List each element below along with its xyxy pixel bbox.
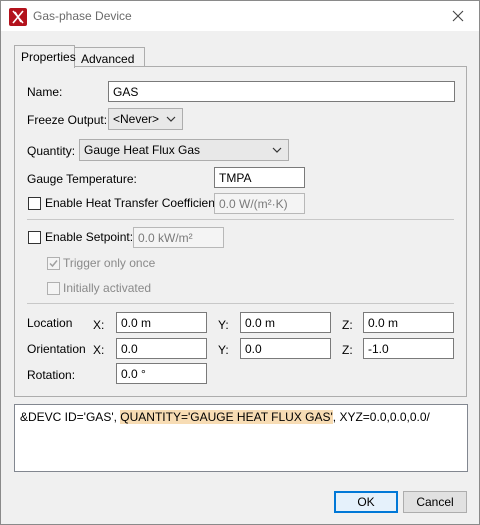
location-z-label: Z: bbox=[342, 318, 353, 332]
orientation-z-field[interactable]: -1.0 bbox=[363, 338, 454, 359]
quantity-value: Gauge Heat Flux Gas bbox=[84, 143, 201, 157]
location-y-field[interactable]: 0.0 m bbox=[240, 312, 331, 333]
gauge-temperature-label: Gauge Temperature: bbox=[27, 172, 137, 186]
quantity-label: Quantity: bbox=[27, 144, 76, 158]
location-x-label: X: bbox=[93, 318, 105, 332]
orientation-label: Orientation bbox=[27, 342, 86, 356]
gas-phase-device-dialog: Gas-phase Device Properties Advanced Nam… bbox=[0, 0, 480, 525]
fds-text-prefix: &DEVC ID='GAS', bbox=[20, 410, 121, 424]
location-x-field[interactable]: 0.0 m bbox=[116, 312, 207, 333]
freeze-output-label: Freeze Output: bbox=[27, 113, 108, 127]
checkmark-icon bbox=[49, 260, 58, 268]
orientation-x-field[interactable]: 0.0 bbox=[116, 338, 207, 359]
freeze-output-value: <Never> bbox=[113, 112, 160, 126]
properties-panel: Name: GAS Freeze Output: <Never> Quantit… bbox=[14, 66, 467, 397]
orientation-z-label: Z: bbox=[342, 343, 353, 357]
rotation-field[interactable]: 0.0 ° bbox=[116, 363, 207, 384]
freeze-output-select[interactable]: <Never> bbox=[108, 108, 183, 130]
window-title: Gas-phase Device bbox=[33, 9, 132, 23]
chevron-down-icon bbox=[272, 147, 282, 153]
rotation-label: Rotation: bbox=[27, 368, 76, 382]
title-bar: Gas-phase Device bbox=[1, 1, 479, 31]
heat-transfer-field[interactable]: 0.0 W/(m²·K) bbox=[214, 193, 305, 214]
ok-button[interactable]: OK bbox=[334, 491, 398, 513]
heat-transfer-label: Enable Heat Transfer Coefficient: bbox=[45, 196, 222, 210]
location-y-label: Y: bbox=[218, 318, 229, 332]
quantity-select[interactable]: Gauge Heat Flux Gas bbox=[79, 139, 289, 161]
setpoint-checkbox[interactable] bbox=[28, 231, 41, 244]
initially-activated-label: Initially activated bbox=[63, 281, 152, 295]
name-label: Name: bbox=[27, 85, 63, 99]
chevron-down-icon bbox=[166, 116, 176, 122]
initially-activated-checkbox[interactable] bbox=[47, 282, 60, 295]
gauge-temperature-field[interactable]: TMPA bbox=[214, 167, 305, 188]
tab-properties[interactable]: Properties bbox=[14, 45, 76, 68]
fds-record-text[interactable]: &DEVC ID='GAS', QUANTITY='GAUGE HEAT FLU… bbox=[14, 404, 468, 472]
fds-text-suffix: , XYZ=0.0,0.0,0.0/ bbox=[332, 410, 430, 424]
heat-transfer-checkbox[interactable] bbox=[28, 197, 41, 210]
tab-advanced[interactable]: Advanced bbox=[75, 47, 145, 68]
setpoint-field[interactable]: 0.0 kW/m² bbox=[133, 227, 224, 248]
cancel-button[interactable]: Cancel bbox=[403, 491, 467, 513]
name-field[interactable]: GAS bbox=[108, 81, 455, 102]
orientation-x-label: X: bbox=[93, 343, 105, 357]
trigger-once-label: Trigger only once bbox=[63, 256, 156, 270]
setpoint-label: Enable Setpoint: bbox=[45, 230, 134, 244]
app-icon bbox=[9, 8, 27, 26]
location-label: Location bbox=[27, 316, 73, 330]
location-z-field[interactable]: 0.0 m bbox=[363, 312, 454, 333]
close-icon bbox=[452, 10, 464, 22]
trigger-once-checkbox[interactable] bbox=[47, 257, 60, 270]
separator bbox=[27, 219, 454, 220]
orientation-y-label: Y: bbox=[218, 343, 229, 357]
fds-text-highlight: QUANTITY='GAUGE HEAT FLUX GAS' bbox=[120, 410, 333, 424]
separator bbox=[27, 303, 454, 304]
orientation-y-field[interactable]: 0.0 bbox=[240, 338, 331, 359]
close-button[interactable] bbox=[443, 4, 473, 28]
